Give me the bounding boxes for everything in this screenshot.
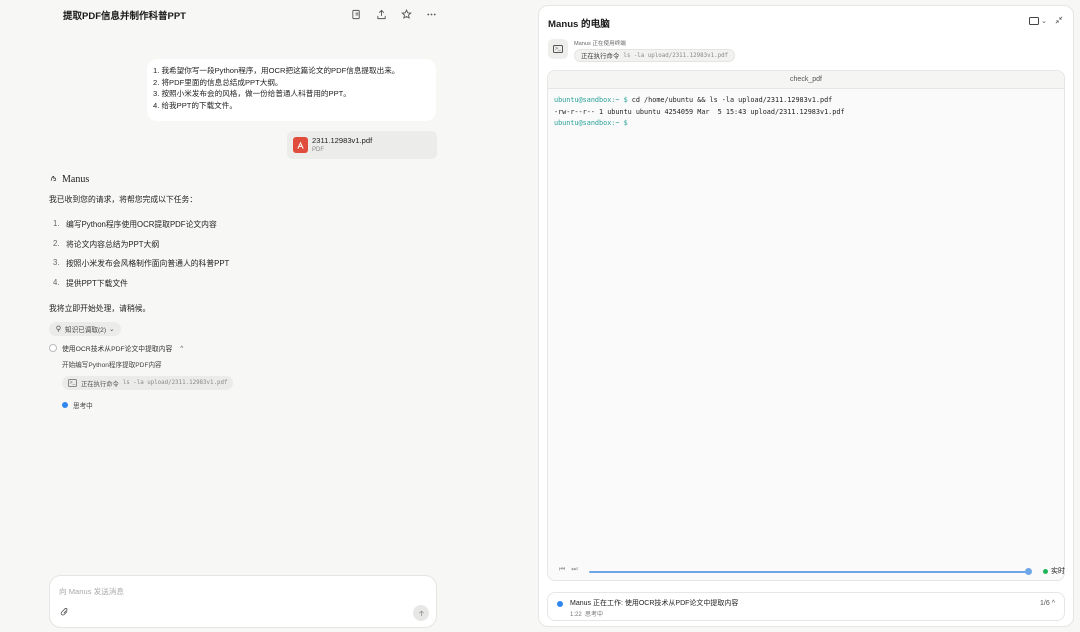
- terminal-output: ubuntu@sandbox:~ $ cd /home/ubuntu && ls…: [548, 89, 1064, 136]
- live-indicator[interactable]: 实时: [1043, 566, 1065, 576]
- knowledge-pill[interactable]: 知识已调取(2) ⌄: [49, 322, 121, 336]
- task-page-counter[interactable]: 1/6 ^: [1040, 600, 1055, 607]
- skip-forward-icon[interactable]: ⏭: [571, 566, 583, 573]
- status-dot-icon: [557, 601, 563, 607]
- collapse-icon[interactable]: [1055, 16, 1063, 26]
- task-list: 1. 编写Python程序使用OCR提取PDF论文内容 2. 将论文内容总结为P…: [53, 219, 229, 297]
- terminal-line: ubuntu@sandbox:~ $: [554, 118, 1058, 130]
- tool-status-action: 正在执行命令: [581, 53, 620, 60]
- terminal-icon: >_: [68, 379, 77, 387]
- terminal-text: -rw-r--r-- 1 ubuntu ubuntu 4254059 Mar 5…: [554, 107, 845, 116]
- user-message-line: 4. 给我PPT的下载文件。: [153, 100, 237, 110]
- step-header[interactable]: 使用OCR技术从PDF论文中提取内容 ^: [49, 343, 183, 353]
- composer-input[interactable]: 向 Manus 发送消息: [59, 586, 124, 597]
- knowledge-pill-label: 知识已调取(2): [65, 327, 107, 334]
- computer-panel: Manus 的电脑 ⌄ >_ Manus 正在使用终端 正在执行命令 ls -l…: [538, 5, 1074, 627]
- live-label: 实时: [1051, 568, 1065, 575]
- user-message-line: 3. 按照小米发布会的风格，做一份给普通人科普用的PPT。: [153, 89, 351, 98]
- list-item: 3. 按照小米发布会风格制作面向普通人的科普PPT: [53, 258, 229, 278]
- pdf-file-icon: [293, 137, 308, 153]
- message-composer[interactable]: 向 Manus 发送消息: [49, 575, 437, 628]
- terminal-line: -rw-r--r-- 1 ubuntu ubuntu 4254059 Mar 5…: [554, 107, 1058, 119]
- task-number: 3.: [53, 258, 60, 267]
- tool-status-label: Manus 正在使用终端: [574, 41, 626, 47]
- step-status-icon: [49, 344, 57, 352]
- step-title: 使用OCR技术从PDF论文中提取内容: [62, 346, 173, 353]
- skip-back-icon[interactable]: ⏮: [559, 566, 571, 573]
- attachment-name: 2311.12983v1.pdf: [312, 136, 373, 145]
- list-item: 4. 提供PPT下载文件: [53, 278, 229, 298]
- terminal-text: cd /home/ubuntu && ls -la upload/2311.12…: [627, 96, 833, 104]
- assistant-intro: 我已收到您的请求，将帮您完成以下任务：: [49, 195, 198, 204]
- thinking-label: 思考中: [73, 403, 93, 410]
- computer-panel-actions: ⌄: [1029, 16, 1063, 26]
- terminal-prompt: ubuntu@sandbox:~ $: [554, 96, 628, 104]
- task-elapsed-time: 1:22: [570, 612, 582, 618]
- task-number: 1.: [53, 219, 60, 228]
- terminal-prompt: ubuntu@sandbox:~ $: [554, 119, 628, 127]
- assistant-name: Manus: [62, 174, 90, 185]
- tool-status-chip: 正在执行命令 ls -la upload/2311.12983v1.pdf: [574, 49, 736, 62]
- tool-status-command: ls -la upload/2311.12983v1.pdf: [623, 52, 729, 59]
- attach-icon[interactable]: [60, 607, 70, 619]
- send-button[interactable]: [413, 605, 429, 621]
- chevron-up-icon: ^: [180, 344, 184, 352]
- task-number: 4.: [53, 277, 60, 287]
- assistant-label: Manus: [49, 174, 89, 185]
- monitor-icon[interactable]: ⌄: [1029, 17, 1047, 25]
- task-text: 提供PPT下载文件: [66, 278, 128, 288]
- task-number: 2.: [53, 238, 60, 248]
- task-text: 按照小米发布会风格制作面向普通人的科普PPT: [66, 259, 230, 268]
- chevron-up-icon: ^: [1051, 600, 1055, 607]
- star-icon[interactable]: [399, 7, 413, 21]
- task-progress-title: Manus 正在工作: 使用OCR技术从PDF论文中提取内容: [570, 600, 739, 607]
- page-count: 1/6: [1040, 600, 1050, 607]
- list-item: 1. 编写Python程序使用OCR提取PDF论文内容: [53, 219, 229, 239]
- header-actions: [349, 7, 438, 21]
- bulb-icon: [55, 325, 62, 334]
- user-message-line: 2. 将PDF里面的信息总结成PPT大纲。: [153, 77, 283, 87]
- task-text: 将论文内容总结为PPT大纲: [66, 239, 160, 249]
- more-icon[interactable]: [424, 7, 438, 21]
- upload-icon[interactable]: [374, 7, 388, 21]
- chat-header: 提取PDF信息并制作科普PPT: [63, 8, 438, 22]
- attachment-card[interactable]: 2311.12983v1.pdf PDF: [287, 131, 437, 159]
- terminal-tool-icon: >_: [548, 39, 568, 59]
- task-text: 编写Python程序使用OCR提取PDF论文内容: [66, 220, 217, 229]
- status-dot-icon: [62, 402, 68, 408]
- task-progress-bar[interactable]: Manus 正在工作: 使用OCR技术从PDF论文中提取内容 1:22 思考中 …: [547, 592, 1065, 621]
- assistant-closing: 我将立即开始处理，请稍候。: [49, 304, 151, 313]
- list-item: 2. 将论文内容总结为PPT大纲: [53, 239, 229, 259]
- live-dot-icon: [1043, 568, 1048, 574]
- timeline-knob[interactable]: [1025, 568, 1032, 575]
- attachment-type: PDF: [312, 147, 324, 153]
- terminal-window[interactable]: check_pdf ubuntu@sandbox:~ $ cd /home/ub…: [547, 70, 1065, 581]
- command-text: ls -la upload/2311.12983v1.pdf: [122, 380, 228, 386]
- command-label: 正在执行命令: [81, 380, 119, 388]
- timeline-track[interactable]: [589, 571, 1029, 573]
- chevron-down-icon: ⌄: [109, 326, 115, 333]
- task-status: 思考中: [585, 612, 604, 618]
- playback-controls: ⏮⏭: [559, 566, 584, 574]
- thinking-indicator: 思考中: [62, 400, 93, 410]
- page-title: 提取PDF信息并制作科普PPT: [63, 11, 186, 22]
- playback-timeline: ⏮⏭ 实时: [547, 566, 1065, 578]
- substep-text: 开始编写Python程序提取PDF内容: [62, 362, 162, 369]
- chat-pane: 提取PDF信息并制作科普PPT 1. 我希望你写一段Python程序，用OCR把…: [0, 0, 484, 632]
- computer-title: Manus 的电脑: [548, 19, 610, 30]
- command-chip[interactable]: >_ 正在执行命令 ls -la upload/2311.12983v1.pdf: [62, 376, 234, 390]
- manus-logo-icon: [49, 174, 58, 185]
- terminal-line: ubuntu@sandbox:~ $ cd /home/ubuntu && ls…: [554, 95, 1058, 107]
- terminal-title: check_pdf: [548, 71, 1064, 89]
- task-progress-sub: 1:22 思考中: [570, 609, 603, 618]
- user-message-bubble: 1. 我希望你写一段Python程序，用OCR把这篇论文的PDF信息提取出来。 …: [147, 59, 436, 121]
- share-doc-icon[interactable]: [349, 7, 363, 21]
- user-message-line: 1. 我希望你写一段Python程序，用OCR把这篇论文的PDF信息提取出来。: [153, 66, 400, 75]
